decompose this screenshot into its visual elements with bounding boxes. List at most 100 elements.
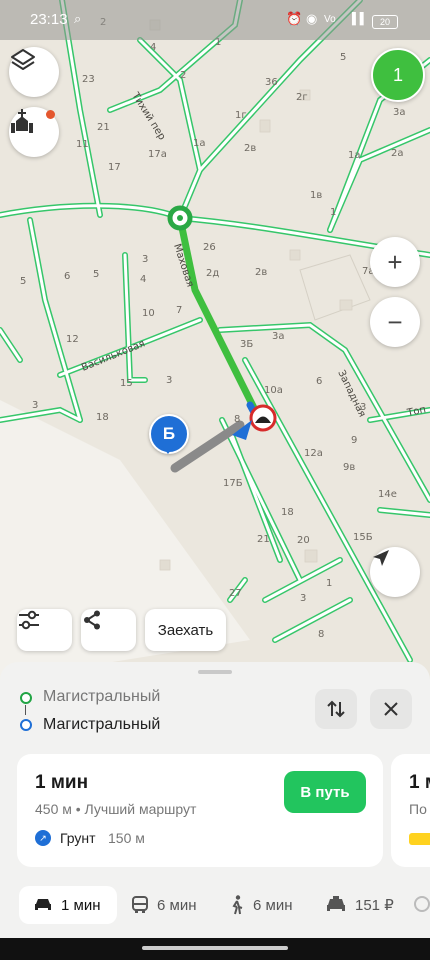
notifications-button[interactable]: 1 <box>371 48 425 102</box>
svg-text:3а: 3а <box>393 107 406 118</box>
svg-text:4: 4 <box>150 42 156 53</box>
point-b-pin-tail <box>162 446 174 454</box>
bus-icon <box>132 896 148 913</box>
svg-text:21: 21 <box>257 534 270 545</box>
battery-icon: 20 <box>372 15 398 29</box>
svg-text:5: 5 <box>93 269 99 280</box>
svg-text:23: 23 <box>82 74 95 85</box>
church-icon <box>11 109 33 133</box>
route-panel: Магистральный Магистральный 1 мин 450 м … <box>0 662 430 960</box>
status-bar: 23:13 ⌕ ⏰ ◉ Vo ▐▐ 20 <box>0 0 430 40</box>
signal-icon: ▐▐ <box>348 13 364 25</box>
svg-text:1а: 1а <box>348 150 361 161</box>
svg-text:1: 1 <box>326 578 332 589</box>
route-duration: 1 мин <box>35 772 89 793</box>
share-button[interactable] <box>81 609 136 651</box>
svg-text:3: 3 <box>300 593 306 604</box>
route-from[interactable]: Магистральный <box>43 688 160 706</box>
svg-text:17Б: 17Б <box>223 478 243 489</box>
tab-walk[interactable]: 6 мин <box>229 886 293 924</box>
svg-text:20: 20 <box>297 535 310 546</box>
svg-text:15Б: 15Б <box>353 532 373 543</box>
tab-car[interactable]: 1 мин <box>19 886 117 924</box>
home-indicator[interactable] <box>142 946 288 950</box>
drive-in-button[interactable]: Заехать <box>145 609 226 651</box>
start-route-button[interactable]: В путь <box>284 771 366 813</box>
swap-route-button[interactable] <box>315 689 357 729</box>
route-details: 450 м • Лучший маршрут <box>35 801 197 817</box>
zoom-out-button[interactable]: − <box>370 297 420 347</box>
svg-text:2а: 2а <box>391 148 404 159</box>
svg-text:21: 21 <box>97 122 110 133</box>
map-view[interactable]: 24 12 2336 2г5 211г 3а17а 1а2в 1а2а 1117… <box>0 0 430 680</box>
tab-transit-label: 6 мин <box>157 896 197 914</box>
svg-text:18: 18 <box>281 507 294 518</box>
sliders-icon <box>19 610 39 630</box>
car-icon <box>35 899 51 910</box>
tab-more-icon[interactable] <box>414 896 430 912</box>
street-top: Топ <box>405 404 427 419</box>
svg-text:1г: 1г <box>235 110 247 121</box>
svg-text:3Б: 3Б <box>240 339 253 350</box>
minus-icon: − <box>387 306 403 337</box>
dirt-road-icon: ↗ <box>35 830 51 846</box>
tab-taxi[interactable]: 151 ₽ <box>325 886 394 924</box>
svg-text:12: 12 <box>66 334 79 345</box>
volte-icon: Vo <box>324 14 336 25</box>
svg-text:18: 18 <box>96 412 109 423</box>
alt-route-details: По <box>409 801 427 817</box>
point-b-label: Б <box>162 424 176 443</box>
status-time: 23:13 <box>30 11 68 28</box>
svg-text:8: 8 <box>318 629 324 640</box>
svg-text:15: 15 <box>120 378 133 389</box>
svg-text:8: 8 <box>234 414 240 425</box>
svg-text:14е: 14е <box>378 489 397 500</box>
svg-text:5: 5 <box>20 276 26 287</box>
alt-route-duration: 1 м <box>409 772 430 793</box>
svg-text:9в: 9в <box>343 462 355 473</box>
search-icon: ⌕ <box>74 11 82 26</box>
svg-text:10а: 10а <box>264 385 283 396</box>
svg-text:2: 2 <box>180 70 186 81</box>
svg-text:4: 4 <box>140 274 146 285</box>
svg-text:2г: 2г <box>296 92 308 103</box>
drag-handle[interactable] <box>198 670 232 674</box>
svg-text:3: 3 <box>166 375 172 386</box>
svg-text:12а: 12а <box>304 448 323 459</box>
svg-text:3: 3 <box>142 254 148 265</box>
street-vasilkovaya: Васильковая <box>80 338 147 373</box>
walk-icon <box>232 895 243 915</box>
svg-text:11: 11 <box>76 139 89 150</box>
layers-button[interactable] <box>9 47 59 97</box>
start-route-label: В путь <box>300 783 350 801</box>
svg-text:2в: 2в <box>255 267 267 278</box>
zoom-in-button[interactable]: + <box>370 237 420 287</box>
route-settings-button[interactable] <box>17 609 72 651</box>
map-canvas: 24 12 2336 2г5 211г 3а17а 1а2в 1а2а 1117… <box>0 0 430 680</box>
system-nav-bar <box>0 938 430 960</box>
route-card[interactable]: 1 мин 450 м • Лучший маршрут ↗ Грунт 150… <box>17 754 383 867</box>
route-to[interactable]: Магистральный <box>43 716 160 734</box>
tab-car-label: 1 мин <box>61 896 101 914</box>
svg-text:10: 10 <box>142 308 155 319</box>
share-icon <box>84 610 100 630</box>
route-line <box>176 214 259 414</box>
drive-in-label: Заехать <box>157 621 214 639</box>
svg-text:1: 1 <box>330 207 336 218</box>
tab-taxi-label: 151 ₽ <box>355 897 394 914</box>
to-point-icon <box>20 719 32 731</box>
alt-route-card[interactable]: 1 м По <box>391 754 430 867</box>
route-connector <box>25 705 26 715</box>
notification-count: 1 <box>392 64 403 85</box>
close-icon <box>384 702 398 716</box>
svg-text:17а: 17а <box>148 149 167 160</box>
svg-text:26: 26 <box>203 242 216 253</box>
surface-label: Грунт <box>60 830 96 846</box>
close-route-button[interactable] <box>370 689 412 729</box>
svg-text:1а: 1а <box>193 138 206 149</box>
surface-distance: 150 м <box>108 830 145 846</box>
speed-bump-icon <box>249 404 277 432</box>
tab-transit[interactable]: 6 мин <box>131 886 197 924</box>
my-location-button[interactable] <box>370 547 420 597</box>
location-icon: ◉ <box>306 11 318 26</box>
